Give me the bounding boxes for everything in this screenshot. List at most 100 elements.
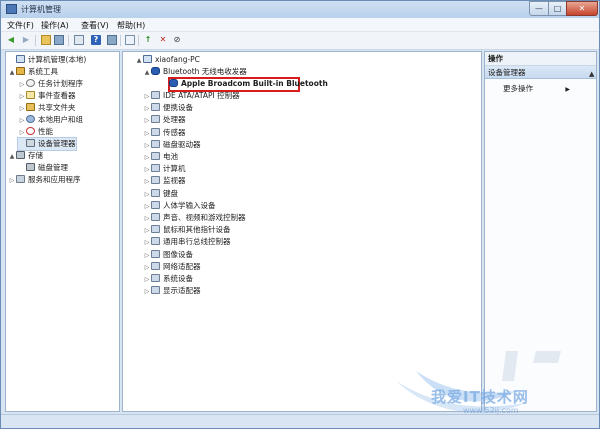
expand-arrow-icon[interactable]: ▷ [143, 237, 151, 249]
device-category-item[interactable]: ▷ IDE ATA/ATAPI 控制器 [143, 90, 240, 102]
actions-pane: 操作 设备管理器 ▲ 更多操作 ▶ [484, 51, 597, 412]
expand-arrow-icon[interactable]: ▷ [143, 176, 151, 188]
actions-header: 操作 [485, 52, 596, 66]
tree-item-services-applications[interactable]: ▷ 服务和应用程序 [8, 174, 81, 186]
device-category-item[interactable]: ▷ 系统设备 [143, 273, 193, 285]
collapse-arrow-icon[interactable]: ▲ [589, 68, 594, 81]
forward-arrow-icon[interactable]: ▶ [21, 35, 31, 45]
tools-icon [16, 67, 25, 75]
menu-file[interactable]: 文件(F) [7, 20, 34, 31]
tree-item-local-users[interactable]: ▷ 本地用户和组 [18, 114, 83, 126]
device-category-item[interactable]: ▷ 鼠标和其他指针设备 [143, 224, 231, 236]
tree-item-performance[interactable]: ▷ 性能 [18, 126, 53, 138]
expand-arrow-icon[interactable]: ▷ [143, 164, 151, 176]
expand-arrow-icon[interactable]: ▷ [143, 250, 151, 262]
expand-arrow-icon[interactable]: ▷ [143, 189, 151, 201]
maximize-button[interactable]: □ [548, 1, 567, 16]
device-tree: ▲ xiaofang-PC ▲ Bluetooth 无线电收发器 Apple Bro… [122, 51, 482, 412]
close-button[interactable]: ✕ [566, 1, 598, 16]
expand-arrow-icon[interactable]: ▷ [143, 140, 151, 152]
expand-arrow-icon[interactable]: ▷ [143, 152, 151, 164]
update-driver-icon[interactable]: ↑ [143, 35, 153, 45]
expand-arrow-icon[interactable]: ▷ [143, 91, 151, 103]
computer-icon [16, 55, 25, 63]
tree-item-computer-management[interactable]: 计算机管理(本地) [8, 54, 86, 66]
minimize-button[interactable]: — [529, 1, 549, 16]
tree-item-shared-folders[interactable]: ▷ 共享文件夹 [18, 102, 76, 114]
event-log-icon [26, 91, 35, 99]
expand-arrow-icon[interactable]: ▷ [143, 201, 151, 213]
device-category-item[interactable]: ▷ 电池 [143, 151, 178, 163]
disable-device-icon[interactable]: ⊘ [172, 35, 182, 45]
expand-arrow-icon[interactable]: ▲ [8, 67, 16, 79]
tree-item-event-viewer[interactable]: ▷ 事件查看器 [18, 90, 76, 102]
device-category-label: 便携设备 [163, 103, 193, 113]
device-category-item[interactable]: ▷ 监视器 [143, 175, 186, 187]
toolbar: ◀ ▶ ? ↑ ✕ ⊘ [1, 32, 599, 50]
properties-icon[interactable] [74, 35, 84, 45]
expand-arrow-icon[interactable]: ▲ [143, 67, 151, 79]
tree-item-system-tools[interactable]: ▲ 系统工具 [8, 66, 58, 78]
device-category-item[interactable]: ▷ 磁盘驱动器 [143, 139, 201, 151]
expand-arrow-icon[interactable]: ▷ [143, 128, 151, 140]
menu-action[interactable]: 操作(A) [41, 20, 69, 31]
tree-item-label: 磁盘管理 [38, 163, 68, 172]
disk-icon [26, 163, 35, 171]
expand-arrow-icon[interactable]: ▷ [143, 103, 151, 115]
tree-item-label: 存储 [28, 151, 43, 160]
device-root-node[interactable]: ▲ xiaofang-PC [135, 54, 200, 66]
device-category-item[interactable]: ▷ 人体学输入设备 [143, 200, 216, 212]
actions-section-device-manager[interactable]: 设备管理器 ▲ [485, 66, 596, 79]
expand-arrow-icon[interactable]: ▷ [143, 274, 151, 286]
device-category-item[interactable]: ▷ 通用串行总线控制器 [143, 236, 231, 248]
navigation-tree: 计算机管理(本地) ▲ 系统工具 ▷ 任务计划程序 ▷ 事件查看器 ▷ 共享文件夹 ▷ 本… [5, 51, 120, 412]
device-category-label: 系统设备 [163, 274, 193, 283]
device-category-item[interactable]: ▷ 便携设备 [143, 102, 193, 114]
expand-arrow-icon[interactable]: ▷ [143, 115, 151, 127]
back-arrow-icon[interactable]: ◀ [6, 35, 16, 45]
device-category-item[interactable]: ▷ 键盘 [143, 188, 178, 200]
expand-arrow-icon[interactable]: ▷ [143, 262, 151, 274]
device-category-item[interactable]: ▷ 声音、视频和游戏控制器 [143, 212, 246, 224]
device-category-label: 键盘 [163, 188, 178, 198]
ide-controller-icon [151, 91, 160, 99]
expand-arrow-icon[interactable]: ▷ [8, 175, 16, 187]
system-device-icon [151, 274, 160, 282]
device-category-item[interactable]: ▷ 显示适配器 [143, 285, 201, 297]
menu-help[interactable]: 帮助(H) [117, 20, 145, 31]
bluetooth-icon [169, 79, 178, 87]
more-actions-item[interactable]: 更多操作 ▶ [503, 83, 570, 94]
tree-item-disk-management[interactable]: 磁盘管理 [18, 162, 68, 174]
device-item-apple-bluetooth[interactable]: Apple Broadcom Built-in Bluetooth [161, 78, 328, 90]
tree-item-device-manager[interactable]: 设备管理器 [17, 137, 77, 151]
device-category-item[interactable]: ▷ 处理器 [143, 114, 186, 126]
device-category-item[interactable]: ▷ 图像设备 [143, 249, 193, 261]
tree-item-label: 计算机管理(本地) [28, 55, 87, 64]
expand-arrow-icon[interactable]: ▲ [135, 55, 143, 67]
show-hide-tree-icon[interactable] [54, 35, 64, 45]
expand-arrow-icon[interactable]: ▷ [143, 286, 151, 298]
help-icon[interactable]: ? [91, 35, 101, 45]
tree-item-task-scheduler[interactable]: ▷ 任务计划程序 [18, 78, 83, 90]
show-hide-action-pane-icon[interactable] [107, 35, 117, 45]
device-category-item[interactable]: ▷ 计算机 [143, 163, 186, 175]
tree-item-label: 设备管理器 [38, 139, 76, 148]
title-bar[interactable]: 计算机管理 — □ ✕ [1, 1, 599, 18]
device-category-item[interactable]: ▷ 网络适配器 [143, 261, 201, 273]
uninstall-icon[interactable]: ✕ [158, 35, 168, 45]
sensor-icon [151, 127, 160, 136]
device-category-item[interactable]: ▷ 传感器 [143, 127, 186, 139]
computer-icon [143, 55, 152, 63]
users-icon [26, 115, 35, 123]
services-icon [16, 175, 25, 183]
bluetooth-icon [151, 67, 160, 75]
tree-item-label: 共享文件夹 [38, 103, 76, 112]
scan-hardware-icon[interactable] [125, 35, 135, 45]
disk-drive-icon [151, 139, 160, 148]
expand-arrow-icon[interactable]: ▷ [143, 225, 151, 237]
menu-view[interactable]: 查看(V) [81, 20, 109, 31]
up-folder-icon[interactable] [41, 35, 51, 45]
tree-item-storage[interactable]: ▲ 存储 [8, 150, 43, 162]
expand-arrow-icon[interactable]: ▷ [143, 213, 151, 225]
expand-arrow-icon[interactable]: ▲ [8, 151, 16, 163]
